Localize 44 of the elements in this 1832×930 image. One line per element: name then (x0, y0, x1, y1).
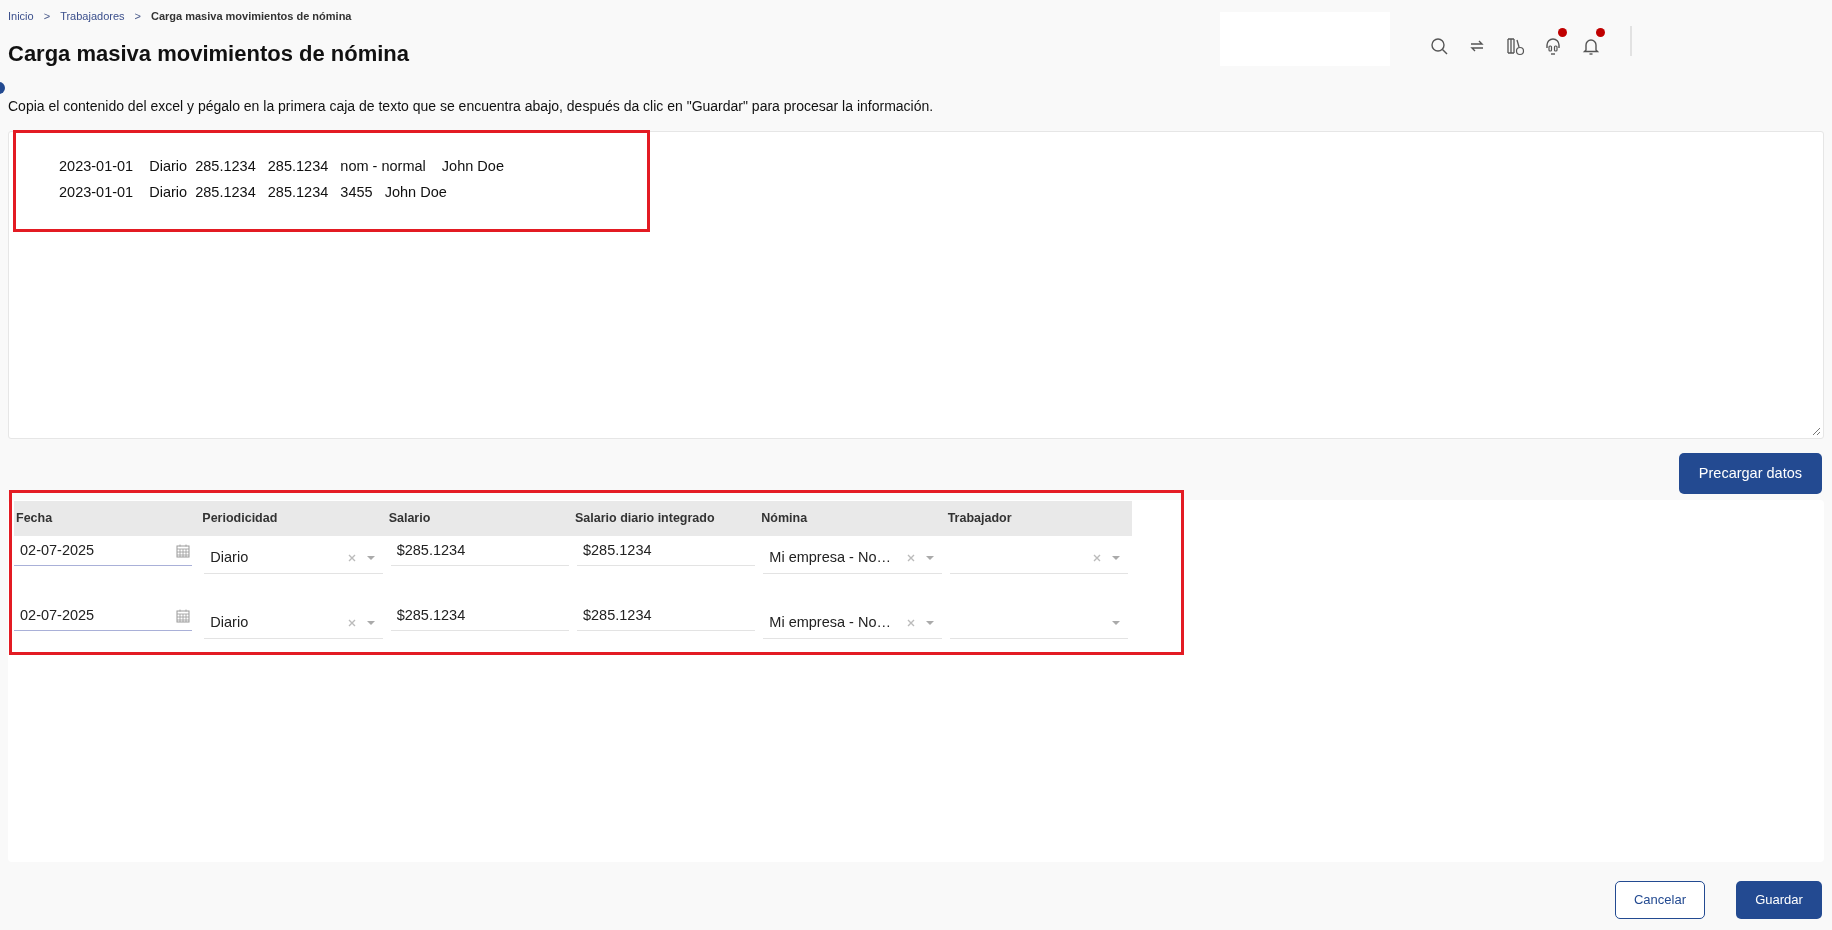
calendar-icon (176, 608, 191, 623)
column-header: Salario (387, 510, 432, 528)
select-value: Diario (210, 547, 250, 567)
select-field[interactable]: Mi empresa - No… (763, 542, 942, 574)
date-value: 02-07-2025 (20, 605, 95, 625)
headset-icon (1543, 36, 1563, 56)
date-field[interactable]: 02-07-2025 (14, 601, 193, 631)
instructions-text: Copia el contenido del excel y pégalo en la primera caja de texto que se encuentra abajo, después da clic en "Guardar" para procesar la información. (7, 97, 935, 116)
dropdown-caret-icon (1110, 618, 1122, 627)
select-field[interactable]: Mi empresa - No… (763, 607, 942, 639)
breadcrumb-link[interactable]: Trabajadores (60, 8, 125, 25)
search-icon (1429, 36, 1449, 56)
column-header: Trabajador (946, 510, 1013, 528)
select-value: Mi empresa - No… (769, 612, 892, 632)
resize-handle-icon (1811, 426, 1821, 436)
breadcrumb-separator: > (134, 9, 141, 24)
calendar-icon (176, 543, 191, 558)
integrated-salary-field[interactable]: $285.1234 (577, 536, 756, 566)
dropdown-caret-icon (1110, 553, 1122, 562)
pasted-line: 2023-01-01 Diario 285.1234 285.1234 nom - normal John Doe (59, 157, 504, 176)
column-header: Salario diario integrado (574, 510, 716, 528)
notification-icon (1581, 36, 1601, 56)
pasted-line: 2023-01-01 Diario 285.1234 285.1234 3455 John Doe (59, 182, 448, 202)
salary-field[interactable]: $285.1234 (390, 601, 569, 631)
integrated-salary-field[interactable]: $285.1234 (577, 601, 756, 631)
select-field[interactable]: Diario (204, 542, 383, 574)
save-button[interactable]: Guardar (1736, 881, 1822, 919)
select-value: Diario (210, 612, 250, 632)
column-header: Periodicidad (201, 510, 279, 528)
page-title: Carga masiva movimientos de nómina (8, 39, 410, 68)
books-icon (1505, 36, 1525, 56)
breadcrumb-separator: > (43, 9, 51, 24)
preload-button[interactable]: Precargar datos (1678, 453, 1822, 494)
select-value: Mi empresa - No… (769, 547, 892, 567)
paste-text-area[interactable]: 2023-01-01 Diario 285.1234 285.1234 nom - normal John Doe 2023-01-01 Diario 285.1234 285.1234 3455 John Doe (8, 131, 1824, 439)
select-field[interactable]: Diario (204, 607, 383, 639)
date-field[interactable]: 02-07-2025 (14, 536, 193, 566)
salary-field[interactable]: $285.1234 (390, 536, 569, 566)
date-value: 02-07-2025 (20, 540, 95, 560)
column-header: Fecha (15, 510, 54, 528)
column-header: Nómina (760, 510, 809, 528)
breadcrumb-link[interactable]: Inicio (8, 8, 34, 25)
cancel-button[interactable]: Cancelar (1615, 881, 1705, 919)
breadcrumb-link[interactable]: Carga masiva movimientos de nómina (150, 8, 352, 25)
